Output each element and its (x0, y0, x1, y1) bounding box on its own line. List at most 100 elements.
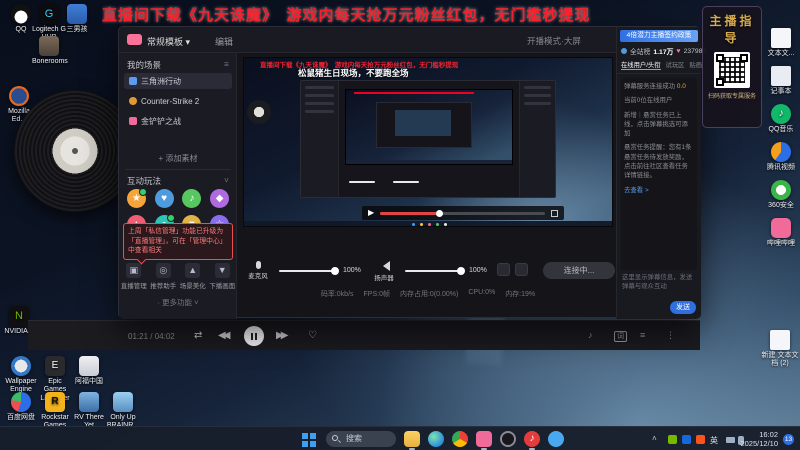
speaker-volume-slider[interactable] (405, 267, 465, 275)
tray-app-icon[interactable] (682, 435, 691, 444)
tray-app-icon[interactable] (696, 435, 705, 444)
music-time-separator: / (150, 332, 153, 341)
preview-nested-left-panel (301, 81, 339, 197)
file-explorer-icon[interactable] (404, 431, 420, 450)
filter-button-icon[interactable] (515, 263, 528, 276)
anchor-signing-promo-banner[interactable]: 4倍潜力主播签约政策 (620, 30, 698, 42)
bitrate-status: 码率:0kb/s (320, 291, 354, 298)
desktop-icon-textfile[interactable]: 文本文... (764, 28, 798, 58)
music-icon: ♪ (771, 104, 791, 124)
desktop-icon-label: 哔哩哔哩 (767, 240, 795, 247)
desktop-icon-bonerooms[interactable]: Bonerooms (32, 36, 68, 66)
scenes-menu-icon[interactable]: ≡ (224, 59, 229, 71)
desktop-icon-new-textdoc[interactable]: 新建 文本文档 (2) (760, 330, 800, 369)
preview-nested-preview (345, 89, 513, 165)
tab-trial-zone[interactable]: 试玩区 (666, 60, 685, 70)
desktop-icon-afu[interactable]: 阿福中国 (72, 356, 106, 386)
previous-track-icon[interactable]: ◀◀ (218, 330, 231, 342)
speaker-volume-value: 100% (469, 267, 487, 274)
chrome-browser-icon[interactable] (452, 431, 468, 447)
desktop-icon-qq-music[interactable]: ♪ QQ音乐 (764, 104, 798, 134)
start-button[interactable] (302, 433, 308, 439)
desktop-icon-sannanhai[interactable]: 三男孩 (60, 4, 94, 34)
likes-heart-icon: ♥ (676, 47, 681, 55)
microphone-control[interactable]: 麦克风 (243, 261, 273, 280)
desktop-icon-baidu[interactable]: 百度网盘 (4, 392, 38, 422)
send-button[interactable]: 发送 (670, 301, 696, 314)
edge-browser-icon[interactable] (428, 431, 444, 447)
connecting-button[interactable]: 连接中... (543, 262, 615, 279)
playlist-icon[interactable]: ≡ (640, 330, 645, 340)
stream-status-bar: 码率:0kb/s FPS:0帧 内存占用:0(0.00%) CPU:0% 内存:… (243, 289, 613, 299)
network-icon[interactable] (726, 437, 735, 443)
netease-music-icon[interactable]: ♪ (524, 431, 540, 450)
nvidia-tray-icon[interactable] (668, 435, 677, 444)
app-icon (79, 356, 99, 376)
desktop-icon-rockstar[interactable]: R Rockstar Games (38, 392, 72, 431)
next-track-icon[interactable]: ▶▶ (276, 330, 289, 342)
edit-button[interactable]: 编辑 (215, 35, 233, 48)
tool-offline-screen[interactable]: ▼ 下播画面 (209, 263, 236, 290)
clock[interactable]: 16:02 2025/12/10 (740, 430, 778, 449)
audio-quality-icon[interactable]: ♪ (588, 330, 593, 340)
taskbar-search[interactable]: 搜索 (326, 431, 396, 447)
music-current-time: 01:21 (128, 332, 149, 341)
like-heart-icon[interactable]: ♡ (308, 330, 317, 342)
interactive-feature-icon[interactable]: ◆ (210, 189, 230, 208)
more-options-icon[interactable]: ⋮ (666, 330, 675, 341)
baidu-pan-icon (11, 392, 31, 412)
desktop-icon-notepad[interactable]: 记事本 (764, 66, 798, 96)
bilibili-live-icon[interactable] (476, 431, 492, 450)
danmaku-message: 当前0位在线用户 (624, 97, 673, 105)
epic-icon: E (45, 356, 65, 376)
view-more-link[interactable]: 去查看 > (624, 186, 694, 195)
anchor-guidance-qr-panel: 主播指导 扫码获取专属服务 (702, 6, 762, 128)
video-progress-bar (380, 209, 545, 217)
scene-label: 金铲铲之战 (141, 116, 181, 126)
speaker-icon (378, 261, 390, 271)
tool-live-manage[interactable]: ▣ 直播管理 (120, 263, 147, 290)
desktop-icon-360[interactable]: 360安全 (764, 180, 798, 210)
interactive-feature-icon[interactable]: ★ (126, 188, 147, 208)
tab-online-users[interactable]: 在线用户/头衔 (621, 60, 661, 70)
speaker-control[interactable]: 扬声器 (369, 261, 399, 282)
obs-icon[interactable] (500, 431, 516, 447)
preview-video-controls: ▶ (362, 206, 564, 220)
pause-button[interactable] (244, 326, 264, 346)
interactive-section-title: 互动玩法 ˅ (127, 175, 229, 187)
more-features-link[interactable]: · 更多功能 ˅ (119, 297, 237, 308)
add-material-button[interactable]: + 添加素材 (119, 153, 237, 164)
interactive-feature-icon[interactable]: ♥ (154, 189, 174, 208)
desktop-icon-only-up[interactable]: Only Up BRAINR... (106, 392, 140, 431)
qq-taskbar-icon[interactable] (548, 431, 564, 447)
input-language-indicator[interactable]: 英 (710, 435, 718, 446)
desktop-icon-rv-there-yet[interactable]: RV There Yet (72, 392, 106, 431)
notification-count-badge[interactable]: 13 (783, 434, 794, 445)
desktop-icon-bilibili[interactable]: 哔哩哔哩 (764, 218, 798, 248)
stream-mode-label[interactable]: 开播模式·大屏 (527, 35, 581, 47)
bilibili-icon (771, 218, 791, 238)
danmaku-input-hint[interactable]: 这里显示弹幕信息，发送弹幕与观众互动 (617, 274, 701, 292)
scene-template-selector[interactable]: 常规模板 ▾ (147, 35, 190, 48)
feature-migration-tooltip: 上周「私信管理」功能已升级为「直播管理」，可在「管理中心」中查看相关 (123, 223, 233, 260)
collapse-chevron-icon[interactable]: ˅ (224, 175, 229, 187)
danmaku-message: 新增｜悬赏任务已上线，点击弹幕挑选可添加 (624, 111, 688, 138)
microphone-volume-slider[interactable] (279, 267, 339, 275)
materials-button-icon[interactable] (497, 263, 510, 276)
shuffle-icon[interactable]: ⇄ (194, 330, 202, 342)
lyrics-button[interactable]: 词 (614, 331, 627, 342)
search-placeholder: 搜索 (346, 434, 362, 443)
scene-item[interactable]: 三角洲行动 (124, 73, 232, 89)
stream-preview-canvas[interactable]: 直播间下载《九天诛魔》 游戏内每天抢万元粉丝红包，无门槛秒提现 松鼠猪生日现场，… (243, 57, 613, 227)
scene-item[interactable]: 金铲铲之战 (124, 113, 232, 129)
scene-item[interactable]: Counter-Strike 2 (124, 93, 232, 109)
tab-stickers[interactable]: 贴画 (689, 60, 702, 70)
tray-expand-chevron-icon[interactable]: ˄ (652, 434, 657, 443)
desktop-icon-wallpaper-engine[interactable]: Wallpaper Engine (4, 356, 38, 395)
microphone-volume-value: 100% (343, 267, 361, 274)
tool-recommend-helper[interactable]: ◎ 推荐助手 (150, 263, 177, 290)
desktop-icon-tencent-video[interactable]: 腾讯视频 (764, 142, 798, 172)
tool-scene-beautify[interactable]: ▲ 场景美化 (179, 263, 206, 290)
preview-taskbar (244, 221, 612, 226)
interactive-feature-icon[interactable]: ♪ (182, 189, 202, 208)
